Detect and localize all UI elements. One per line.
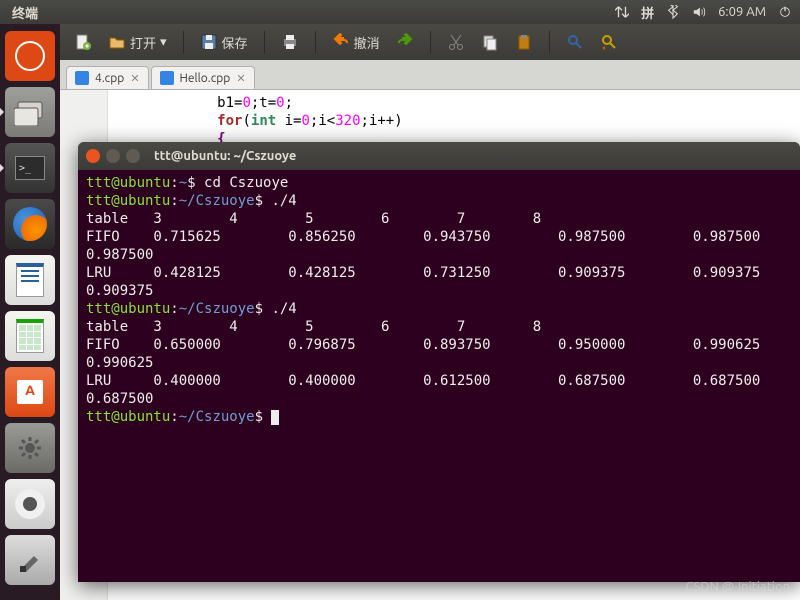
terminal-launcher[interactable]: >_	[5, 143, 55, 193]
calc-launcher[interactable]	[5, 311, 55, 361]
power-icon[interactable]	[778, 5, 792, 19]
network-icon[interactable]	[615, 5, 629, 19]
firefox-launcher[interactable]	[5, 199, 55, 249]
volume-icon[interactable]	[692, 5, 706, 19]
terminal-title: ttt@ubuntu: ~/Cszuoye	[154, 149, 296, 163]
settings-launcher[interactable]	[5, 423, 55, 473]
print-button[interactable]	[277, 31, 303, 53]
clock[interactable]: 6:09 AM	[718, 5, 766, 19]
save-button[interactable]: 保存	[196, 31, 252, 54]
ime-indicator[interactable]: 拼	[641, 3, 654, 22]
brush-launcher[interactable]	[5, 535, 55, 585]
tab-hellocpp[interactable]: Hello.cpp✕	[151, 66, 255, 89]
window-maximize-button[interactable]	[126, 149, 140, 163]
replace-button[interactable]	[596, 31, 622, 53]
editor-tabs: 4.cpp✕ Hello.cpp✕	[60, 60, 800, 90]
cpp-icon	[160, 71, 174, 85]
files-launcher[interactable]	[5, 87, 55, 137]
close-tab-icon[interactable]: ✕	[236, 72, 245, 85]
undo-button[interactable]: 撤消	[328, 31, 384, 54]
window-minimize-button[interactable]	[106, 149, 120, 163]
close-tab-icon[interactable]: ✕	[130, 72, 139, 85]
new-file-button[interactable]	[70, 31, 96, 53]
terminal-window: ttt@ubuntu: ~/Cszuoye ttt@ubuntu:~$ cd C…	[78, 142, 800, 582]
software-launcher[interactable]	[5, 367, 55, 417]
open-button[interactable]: 打开 ▾	[104, 31, 171, 54]
top-panel: 终端 拼 6:09 AM	[0, 0, 800, 24]
tab-4cpp[interactable]: 4.cpp✕	[66, 66, 149, 89]
bluetooth-icon[interactable]	[666, 5, 680, 19]
watermark: CSDN @-Initiation	[685, 580, 790, 594]
copy-button[interactable]	[477, 31, 503, 53]
terminal-body[interactable]: ttt@ubuntu:~$ cd Cszuoye ttt@ubuntu:~/Cs…	[78, 170, 800, 430]
unity-launcher: >_	[0, 24, 60, 600]
window-close-button[interactable]	[86, 149, 100, 163]
writer-launcher[interactable]	[5, 255, 55, 305]
amazon-launcher[interactable]	[5, 479, 55, 529]
editor-toolbar: 打开 ▾ 保存 撤消	[60, 24, 800, 60]
cpp-icon	[75, 71, 89, 85]
redo-button[interactable]	[392, 31, 418, 53]
workspace: 打开 ▾ 保存 撤消 4.cpp✕ Hello.cpp✕ b1=0;t=0; f…	[60, 24, 800, 600]
dash-button[interactable]	[5, 31, 55, 81]
search-button[interactable]	[562, 31, 588, 53]
paste-button[interactable]	[511, 31, 537, 53]
terminal-titlebar[interactable]: ttt@ubuntu: ~/Cszuoye	[78, 142, 800, 170]
cut-button[interactable]	[443, 31, 469, 53]
active-app-title: 终端	[12, 3, 38, 22]
